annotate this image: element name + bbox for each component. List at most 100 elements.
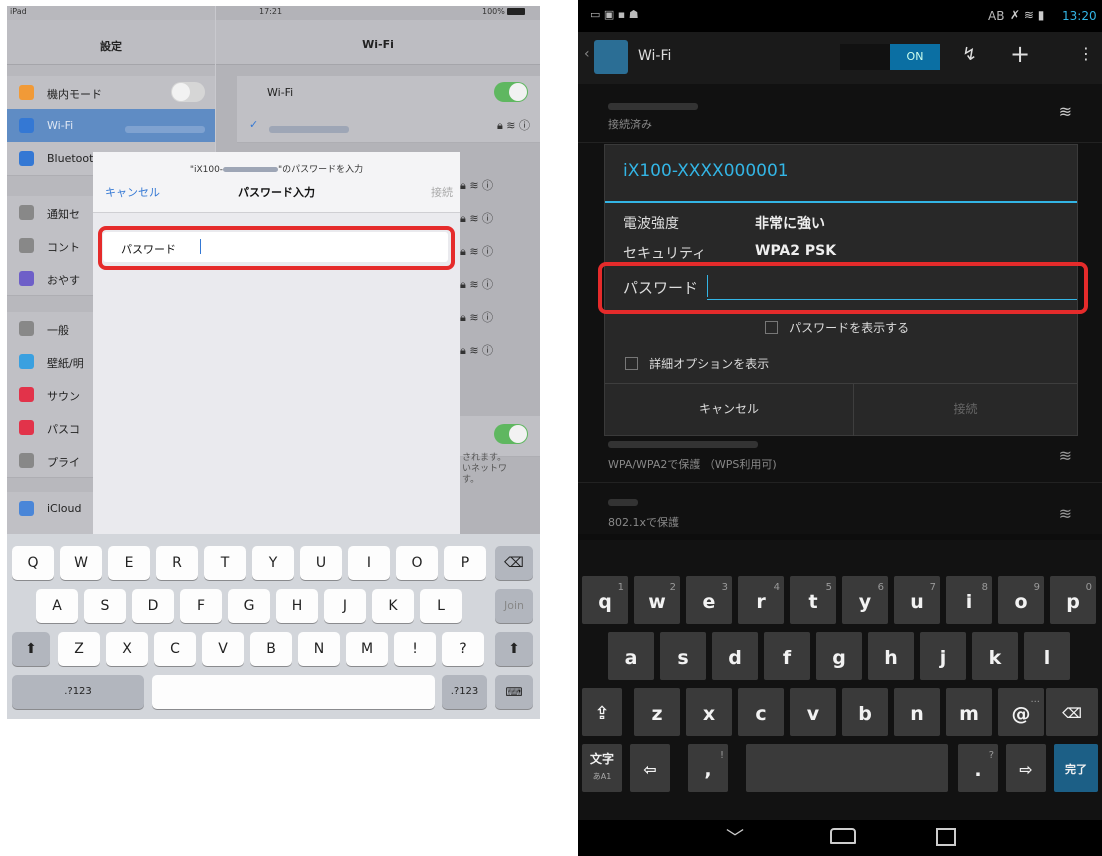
key-s[interactable]: s xyxy=(660,632,706,680)
delete-key[interactable]: ⌫ xyxy=(495,546,533,580)
key-d[interactable]: d xyxy=(712,632,758,680)
key-z[interactable]: Z xyxy=(58,632,100,666)
delete-key[interactable]: ⌫ xyxy=(1046,688,1098,736)
key-j[interactable]: J xyxy=(324,589,366,623)
key-d[interactable]: D xyxy=(132,589,174,623)
key-m[interactable]: M xyxy=(346,632,388,666)
connected-network-row[interactable]: ✓ 🔒︎ ≋ ⓘ xyxy=(237,109,540,143)
mode-switch-key[interactable]: 文字 あA1 xyxy=(582,744,622,792)
key-s[interactable]: S xyxy=(84,589,126,623)
key-l[interactable]: l xyxy=(1024,632,1070,680)
checkbox-icon[interactable] xyxy=(625,357,638,370)
key-y[interactable]: Y xyxy=(252,546,294,580)
key-t[interactable]: 5t xyxy=(790,576,836,624)
connect-button[interactable]: 接続 xyxy=(854,384,1077,436)
key-c[interactable]: C xyxy=(154,632,196,666)
show-password-option[interactable]: パスワードを表示する xyxy=(765,317,909,336)
space-key[interactable] xyxy=(152,675,435,709)
done-key[interactable]: 完了 xyxy=(1054,744,1098,792)
key-a[interactable]: A xyxy=(36,589,78,623)
join-button[interactable]: 接続 xyxy=(431,184,453,200)
key-i[interactable]: 8i xyxy=(946,576,992,624)
key-v[interactable]: v xyxy=(790,688,836,736)
key-c[interactable]: c xyxy=(738,688,784,736)
home-icon[interactable] xyxy=(830,828,856,844)
key-question[interactable]: ? xyxy=(442,632,484,666)
key-j[interactable]: j xyxy=(920,632,966,680)
shift-key[interactable]: ⇪ xyxy=(582,688,622,736)
connected-network-row[interactable]: 接続済み ≋ xyxy=(578,84,1102,143)
key-y[interactable]: 6y xyxy=(842,576,888,624)
key-n[interactable]: N xyxy=(298,632,340,666)
network-status-icons[interactable]: 🔒︎ ≋ ⓘ xyxy=(460,243,540,259)
key-m[interactable]: m xyxy=(946,688,992,736)
space-key[interactable] xyxy=(746,744,948,792)
airplane-toggle[interactable] xyxy=(171,82,205,102)
key-w[interactable]: W xyxy=(60,546,102,580)
key-g[interactable]: g xyxy=(816,632,862,680)
key-f[interactable]: f xyxy=(764,632,810,680)
back-icon[interactable]: ﹀ xyxy=(726,824,744,850)
network-status-icons[interactable]: 🔒︎ ≋ ⓘ xyxy=(460,342,540,358)
key-k[interactable]: K xyxy=(372,589,414,623)
wifi-switch[interactable]: ON xyxy=(840,44,940,70)
key-n[interactable]: n xyxy=(894,688,940,736)
cursor-right-key[interactable]: ⇨ xyxy=(1006,744,1046,792)
cancel-button[interactable]: キャンセル xyxy=(605,384,854,436)
key-p[interactable]: 0p xyxy=(1050,576,1096,624)
network-status-icons[interactable]: 🔒︎ ≋ ⓘ xyxy=(460,276,540,292)
key-r[interactable]: R xyxy=(156,546,198,580)
key-h[interactable]: h xyxy=(868,632,914,680)
key-f[interactable]: F xyxy=(180,589,222,623)
key-a[interactable]: a xyxy=(608,632,654,680)
key-o[interactable]: 9o xyxy=(998,576,1044,624)
key-u[interactable]: 7u xyxy=(894,576,940,624)
key-g[interactable]: G xyxy=(228,589,270,623)
cursor-left-key[interactable]: ⇦ xyxy=(630,744,670,792)
network-status-icons[interactable]: 🔒︎ ≋ ⓘ xyxy=(460,309,540,325)
overflow-menu-icon[interactable]: ⋮ xyxy=(1078,44,1094,63)
wps-icon[interactable]: ↯ xyxy=(962,44,977,65)
key-p[interactable]: P xyxy=(444,546,486,580)
ask-to-join-toggle[interactable] xyxy=(494,424,528,444)
key-l[interactable]: L xyxy=(420,589,462,623)
key-u[interactable]: U xyxy=(300,546,342,580)
advanced-option[interactable]: 詳細オプションを表示 xyxy=(625,353,769,372)
key-z[interactable]: z xyxy=(634,688,680,736)
key-x[interactable]: x xyxy=(686,688,732,736)
wifi-toggle-row[interactable]: Wi-Fi xyxy=(237,76,540,110)
sidebar-item[interactable]: Wi-Fi xyxy=(7,109,215,143)
key-h[interactable]: H xyxy=(276,589,318,623)
lock-wifi-info-icon[interactable]: 🔒︎ ≋ ⓘ xyxy=(497,117,530,133)
key-k[interactable]: k xyxy=(972,632,1018,680)
network-status-icons[interactable]: 🔒︎ ≋ ⓘ xyxy=(460,177,540,193)
back-chevron-icon[interactable]: ‹ xyxy=(584,46,590,62)
key-q[interactable]: 1q xyxy=(582,576,628,624)
shift-key-right[interactable]: ⬆ xyxy=(495,632,533,666)
numbers-key-right[interactable]: .?123 xyxy=(442,675,487,709)
network-status-icons[interactable]: 🔒︎ ≋ ⓘ xyxy=(460,210,540,226)
wifi-toggle[interactable] xyxy=(494,82,528,102)
join-key[interactable]: Join xyxy=(495,589,533,623)
key-x[interactable]: X xyxy=(106,632,148,666)
add-network-icon[interactable]: + xyxy=(1010,40,1030,68)
network-row[interactable]: 802.1xで保護 ≋ xyxy=(578,482,1102,541)
key-e[interactable]: 3e xyxy=(686,576,732,624)
shift-key[interactable]: ⬆ xyxy=(12,632,50,666)
sidebar-item[interactable]: 機内モード xyxy=(7,76,215,110)
key-t[interactable]: T xyxy=(204,546,246,580)
checkbox-icon[interactable] xyxy=(765,321,778,334)
key-e[interactable]: E xyxy=(108,546,150,580)
numbers-key[interactable]: .?123 xyxy=(12,675,144,709)
recents-icon[interactable] xyxy=(936,828,956,846)
key-b[interactable]: b xyxy=(842,688,888,736)
comma-key[interactable]: !, xyxy=(688,744,728,792)
key-r[interactable]: 4r xyxy=(738,576,784,624)
key-b[interactable]: B xyxy=(250,632,292,666)
period-key[interactable]: ?. xyxy=(958,744,998,792)
key-i[interactable]: I xyxy=(348,546,390,580)
key-w[interactable]: 2w xyxy=(634,576,680,624)
key-v[interactable]: V xyxy=(202,632,244,666)
key-exclaim[interactable]: ! xyxy=(394,632,436,666)
key-q[interactable]: Q xyxy=(12,546,54,580)
